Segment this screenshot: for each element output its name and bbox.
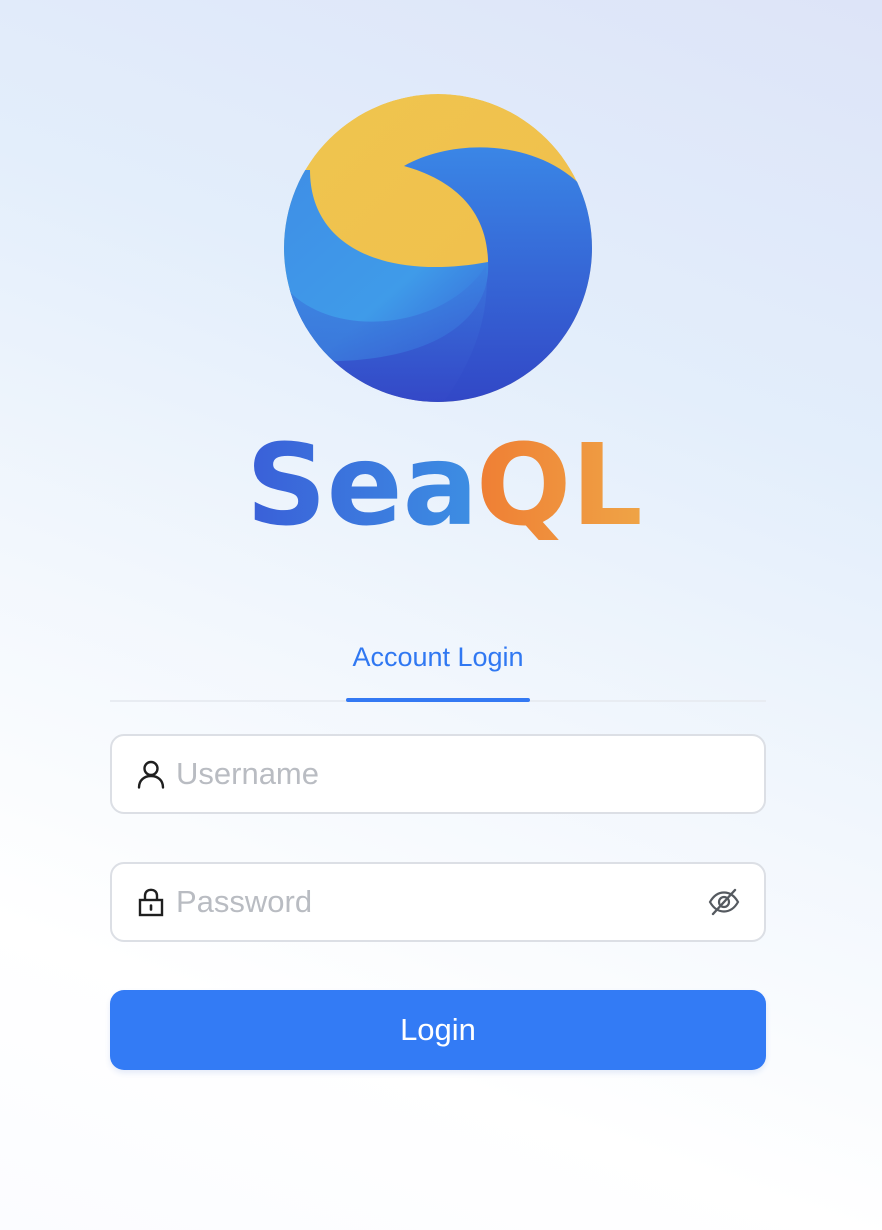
password-field[interactable] [110, 862, 766, 942]
lock-icon [136, 887, 166, 917]
tab-active-indicator [346, 698, 530, 702]
username-input[interactable] [176, 744, 764, 804]
globe-icon [284, 94, 592, 402]
login-tabs: Account Login [110, 630, 766, 702]
logo-word-ql: QL [476, 421, 643, 540]
username-field[interactable] [110, 734, 766, 814]
tab-account-login[interactable]: Account Login [346, 630, 530, 702]
user-icon [136, 759, 166, 789]
eye-off-icon[interactable] [706, 884, 742, 920]
login-page: Sea QL Account Login Username Login [0, 0, 882, 1230]
password-input[interactable] [176, 872, 706, 932]
logo-word-sea: Sea [246, 421, 478, 540]
tab-label: Account Login [352, 642, 524, 672]
seaql-logo-mark: Sea QL [246, 94, 643, 540]
login-button[interactable]: Login [110, 990, 766, 1070]
seaql-logo: Sea QL [230, 80, 670, 540]
